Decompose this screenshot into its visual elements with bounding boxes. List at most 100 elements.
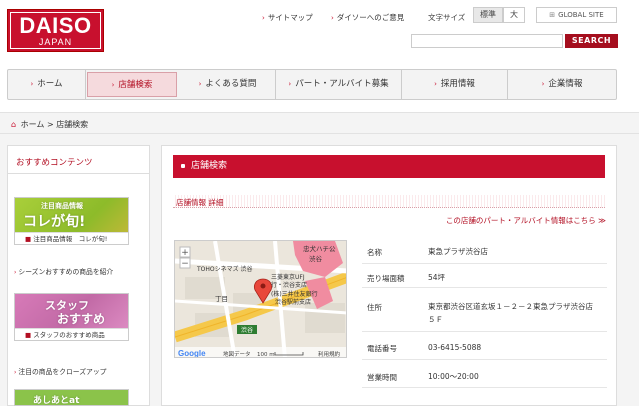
google-logo: Google — [178, 349, 206, 358]
arrow-right-icon: › — [30, 80, 34, 88]
nav-company[interactable]: › 企業情報 — [508, 70, 616, 99]
arrow-right-icon: › — [331, 14, 334, 22]
nav-home[interactable]: › ホーム — [8, 70, 86, 99]
arrow-right-icon: › — [111, 81, 115, 89]
map-data-label[interactable]: 地図データ — [223, 350, 251, 358]
banner-trending-big: コレが旬! — [23, 214, 86, 230]
page-title: 店舗検索 — [191, 161, 228, 171]
info-value-name: 東急プラザ渋谷店 — [428, 247, 488, 256]
banner-staff-desc-text: 注目の商品をクローズアップ — [18, 368, 107, 376]
nav-recruit-label: 採用情報 — [440, 79, 475, 89]
breadcrumb-home[interactable]: ホーム — [21, 120, 45, 129]
map-canvas: + − 忠犬ハチ公 渋谷 TOHOシネマズ 渋谷 三菱東京UFJ 行・渋谷支店 … — [175, 241, 346, 358]
banner-staff-picks[interactable]: スタッフ おすすめ ■ スタッフのおすすめ商品 — [14, 293, 129, 341]
opinion-link[interactable]: › ダイソーへのご意見 — [331, 12, 404, 23]
sitemap-link[interactable]: › サイトマップ — [262, 12, 313, 23]
map-label-bank2: (株)三井住友銀行 — [271, 290, 318, 298]
nav-store-search-label: 店舗検索 — [118, 80, 153, 90]
zoom-out-button[interactable]: − — [181, 259, 189, 269]
nav-recruit[interactable]: › 採用情報 — [402, 70, 508, 99]
home-icon: ⌂ — [11, 120, 17, 129]
font-size-label: 文字サイズ — [428, 13, 466, 22]
map-label-shibuya-badge: 渋谷 — [241, 326, 253, 334]
arrow-right-icon: › — [14, 369, 17, 376]
nav-home-label: ホーム — [37, 79, 63, 89]
sidebar-title: おすすめコンテンツ — [8, 152, 149, 174]
search-button[interactable]: SEARCH — [565, 34, 618, 48]
arrow-right-icon: › — [434, 80, 437, 88]
banner-trending-desc-text: シーズンおすすめの商品を紹介 — [18, 268, 114, 276]
banner-ashiato[interactable]: あしあとat — [14, 389, 129, 406]
global-nav: › ホーム › 店舗検索 › よくある質問 › パート・アルバイト募集 › 採用情報 › 企… — [7, 69, 617, 100]
banner-trending-caption-text: 注目商品情報 コレが旬! — [33, 235, 108, 243]
info-value-address: 東京都渋谷区道玄坂１－２－２東急プラザ渋谷店 — [428, 302, 593, 311]
global-site-label: GLOBAL SITE — [558, 11, 604, 19]
zoom-in-button[interactable]: + — [181, 248, 189, 258]
nav-faq[interactable]: › よくある質問 — [180, 70, 276, 99]
square-bullet-icon — [181, 163, 185, 168]
info-label-name: 名称 — [367, 248, 382, 257]
map-label-toho: TOHOシネマズ 渋谷 — [196, 265, 253, 273]
banner-staff-caption-text: スタッフのおすすめ商品 — [33, 331, 105, 339]
banner-trending-caption: ■ 注目商品情報 コレが旬! — [15, 232, 128, 244]
info-label-address: 住所 — [367, 303, 382, 312]
arrow-right-icon: › — [14, 269, 17, 276]
arrow-right-icon: › — [288, 80, 292, 88]
breadcrumb: ⌂ ホーム > 店舗検索 — [11, 119, 88, 130]
info-value-phone: 03-6415-5088 — [428, 343, 482, 352]
daiso-logo[interactable]: DAISO JAPAN — [7, 9, 104, 52]
logo-frame: DAISO JAPAN — [10, 12, 101, 49]
page-title-bar: 店舗検索 — [173, 155, 605, 178]
nav-faq-label: よくある質問 — [205, 79, 257, 89]
banner-ashiato-headline: あしあとat — [33, 396, 80, 406]
opinion-label: ダイソーへのご意見 — [336, 13, 405, 22]
store-map[interactable]: + − 忠犬ハチ公 渋谷 TOHOシネマズ 渋谷 三菱東京UFJ 行・渋谷支店 … — [174, 240, 347, 358]
map-label-chome: 丁目 — [215, 295, 228, 303]
font-standard-button[interactable]: 標準 — [473, 7, 503, 23]
info-row-address: 住所 東京都渋谷区道玄坂１－２－２東急プラザ渋谷店 ５Ｆ — [362, 288, 607, 332]
banner-trending-headline: 注目商品情報 — [41, 202, 83, 210]
nav-company-label: 企業情報 — [548, 79, 583, 89]
info-row-hours: 営業時間 10:00～20:00 — [362, 360, 607, 388]
info-value-area: 54坪 — [428, 273, 446, 282]
map-label-bank2b: 渋谷駅前支店 — [275, 298, 311, 306]
store-detail-heading: 店舗情報 詳細 — [176, 198, 224, 207]
banner-staff-desc[interactable]: › 注目の商品をクローズアップ — [14, 366, 106, 376]
nav-part-time-label: パート・アルバイト募集 — [295, 79, 389, 89]
nav-part-time[interactable]: › パート・アルバイト募集 — [276, 70, 402, 99]
info-value-hours: 10:00～20:00 — [428, 372, 479, 381]
map-label-shibuya-top: 渋谷 — [309, 254, 323, 263]
globe-icon: ⊞ — [549, 11, 556, 19]
banner-staff-big: おすすめ — [57, 312, 106, 326]
map-label-bank1: 三菱東京UFJ — [271, 273, 305, 281]
breadcrumb-current: 店舗検索 — [56, 120, 89, 129]
breadcrumb-separator: > — [46, 120, 54, 129]
arrow-right-icon: › — [541, 80, 545, 88]
global-site-button[interactable]: ⊞ GLOBAL SITE — [536, 7, 617, 23]
map-terms-link[interactable]: 利用規約 — [318, 350, 341, 358]
info-label-area: 売り場面積 — [367, 274, 405, 283]
square-icon: ■ — [25, 331, 32, 339]
info-row-phone: 電話番号 03-6415-5088 — [362, 332, 607, 360]
banner-trending[interactable]: 注目商品情報 コレが旬! ■ 注目商品情報 コレが旬! — [14, 197, 129, 245]
info-row-area: 売り場面積 54坪 — [362, 264, 607, 288]
logo-sub-text: JAPAN — [38, 37, 73, 47]
banner-trending-desc[interactable]: › シーズンおすすめの商品を紹介 — [14, 266, 113, 276]
search-input[interactable] — [411, 34, 563, 48]
breadcrumb-bar: ⌂ ホーム > 店舗検索 — [0, 112, 639, 134]
part-time-job-link[interactable]: この店舗のパート・アルバイト情報はこちら ≫ — [446, 215, 606, 226]
info-label-phone: 電話番号 — [367, 344, 397, 353]
square-icon: ■ — [25, 235, 32, 243]
font-large-button[interactable]: 大 — [503, 7, 525, 23]
map-label-bank1b: 行・渋谷支店 — [271, 281, 307, 289]
info-row-name: 名称 東急プラザ渋谷店 — [362, 240, 607, 264]
info-label-hours: 営業時間 — [367, 373, 397, 382]
map-label-hachiko: 忠犬ハチ公 — [303, 244, 336, 253]
nav-store-search[interactable]: › 店舗検索 — [87, 72, 177, 97]
header: DAISO JAPAN › サイトマップ › ダイソーへのご意見 文字サイズ 標準 … — [0, 0, 639, 64]
store-detail-header — [173, 195, 605, 208]
arrow-right-icon: › — [198, 80, 202, 88]
banner-staff-caption: ■ スタッフのおすすめ商品 — [15, 328, 128, 340]
info-value-address-floor: ５Ｆ — [428, 315, 443, 324]
logo-main-text: DAISO — [19, 13, 92, 38]
